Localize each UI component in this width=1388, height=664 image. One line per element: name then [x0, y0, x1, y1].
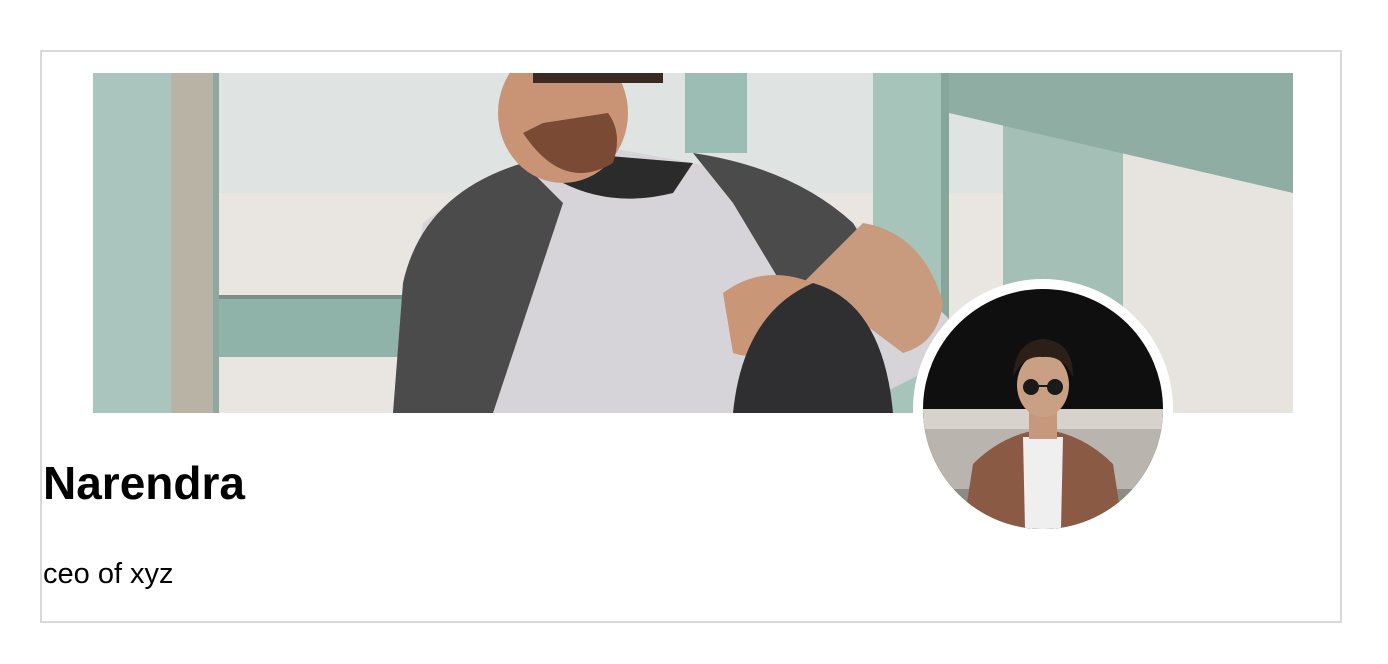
- profile-title: ceo of xyz: [43, 558, 174, 590]
- avatar[interactable]: [913, 279, 1173, 539]
- profile-card: Narendra ceo of xyz: [40, 50, 1342, 623]
- avatar-photo: [923, 289, 1163, 529]
- profile-name: Narendra: [43, 457, 245, 509]
